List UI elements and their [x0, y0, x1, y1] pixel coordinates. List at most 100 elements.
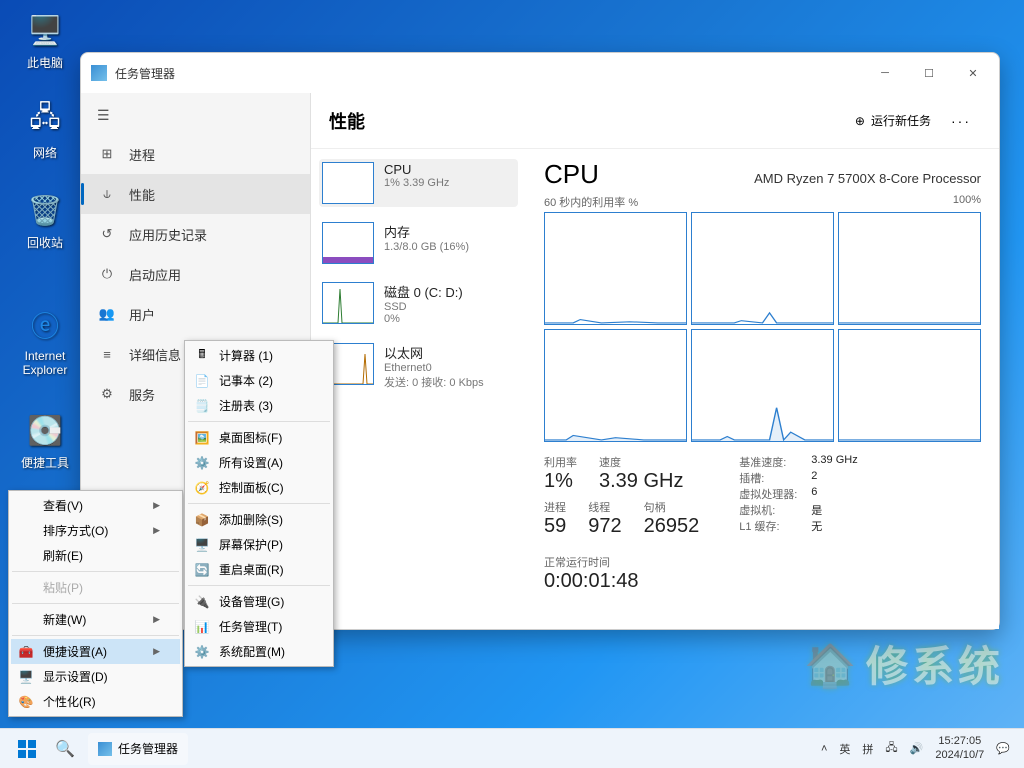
- menu-item[interactable]: 🖩计算器 (1): [187, 343, 331, 368]
- menu-item-label: 添加删除(S): [219, 511, 283, 528]
- perf-subtitle: 发送: 0 接收: 0 Kbps: [384, 374, 484, 390]
- maximize-button[interactable]: ☐: [907, 58, 951, 88]
- menu-item-label: 记事本 (2): [219, 372, 273, 389]
- menu-item[interactable]: 🧰便捷设置(A)▶: [11, 639, 180, 664]
- menu-item[interactable]: 新建(W)▶: [11, 607, 180, 632]
- drive-icon: 💽: [25, 410, 65, 450]
- menu-item-label: 设备管理(G): [219, 593, 284, 610]
- desktop-icon-label: 网络: [10, 144, 80, 161]
- notifications-tray-icon[interactable]: 💬: [990, 742, 1016, 755]
- menu-item-icon: 🔄: [193, 563, 211, 577]
- uptime-value: 0:00:01:48: [544, 570, 699, 593]
- cpu-graph: [691, 329, 834, 442]
- menu-item[interactable]: ⚙️所有设置(A): [187, 450, 331, 475]
- perf-item-ethernet[interactable]: 以太网Ethernet0发送: 0 接收: 0 Kbps: [319, 340, 518, 393]
- cpu-graph: [838, 212, 981, 325]
- menu-item[interactable]: 🖥️屏幕保护(P): [187, 532, 331, 557]
- nav-history[interactable]: ↺应用历史记录: [81, 214, 310, 254]
- nav-users[interactable]: 👥用户: [81, 294, 310, 334]
- menu-item[interactable]: 排序方式(O)▶: [11, 518, 180, 543]
- cpu-heading: CPU: [544, 159, 599, 190]
- menu-item[interactable]: 📦添加删除(S): [187, 507, 331, 532]
- hamburger-icon[interactable]: ☰: [81, 97, 310, 134]
- stat-value: 3.39 GHz: [599, 470, 683, 493]
- menu-item[interactable]: 🗒️注册表 (3): [187, 393, 331, 418]
- more-button[interactable]: ···: [941, 107, 981, 135]
- taskbar-clock[interactable]: 15:27:052024/10/7: [929, 735, 990, 761]
- menu-item-icon: 🧰: [17, 645, 35, 659]
- perf-item-memory[interactable]: 内存1.3/8.0 GB (16%): [319, 219, 518, 267]
- clock-time: 15:27:05: [935, 735, 984, 748]
- detail-key: 虚拟机:: [739, 502, 811, 518]
- search-button[interactable]: 🔍: [46, 731, 84, 767]
- menu-item[interactable]: 🔄重启桌面(R): [187, 557, 331, 582]
- grid-icon: ⊞: [97, 146, 117, 162]
- menu-item[interactable]: 📊任务管理(T): [187, 614, 331, 639]
- shortcut-settings-submenu: 🖩计算器 (1)📄记事本 (2)🗒️注册表 (3) 🖼️桌面图标(F)⚙️所有设置…: [184, 340, 334, 667]
- task-manager-icon: [91, 65, 107, 81]
- stat-value: 59: [544, 515, 566, 538]
- performance-detail: CPU AMD Ryzen 7 5700X 8-Core Processor 6…: [526, 149, 999, 629]
- ie-icon: ⓔ: [25, 305, 65, 345]
- menu-item[interactable]: 📄记事本 (2): [187, 368, 331, 393]
- nav-performance[interactable]: ⫝性能: [81, 174, 310, 214]
- cpu-thumbnail: [322, 162, 374, 204]
- ime-mode[interactable]: 拼: [856, 741, 879, 757]
- computer-icon: 🖥️: [25, 10, 65, 50]
- desktop-icon-tools[interactable]: 💽 便捷工具: [10, 410, 80, 471]
- desktop-icon-network[interactable]: 🖧网络: [10, 100, 80, 161]
- detail-value: 无: [811, 518, 822, 534]
- desktop-icon-recycle-bin[interactable]: 🗑️回收站: [10, 190, 80, 251]
- menu-item-icon: 🔌: [193, 595, 211, 609]
- memory-thumbnail: [322, 222, 374, 264]
- menu-item[interactable]: 粘贴(P): [11, 575, 180, 600]
- desktop-icon-label: 便捷工具: [10, 454, 80, 471]
- perf-item-cpu[interactable]: CPU1% 3.39 GHz: [319, 159, 518, 207]
- menu-item-label: 计算器 (1): [219, 347, 273, 364]
- detail-key: 虚拟处理器:: [739, 486, 811, 502]
- ime-lang[interactable]: 英: [833, 741, 856, 757]
- button-label: 运行新任务: [871, 112, 931, 129]
- desktop-icon-ie[interactable]: ⓔInternet Explorer: [10, 305, 80, 377]
- chevron-right-icon: ▶: [153, 500, 160, 511]
- close-button[interactable]: ✕: [951, 58, 995, 88]
- menu-item[interactable]: 查看(V)▶: [11, 493, 180, 518]
- stat-value: 972: [588, 515, 621, 538]
- page-title: 性能: [329, 108, 845, 134]
- menu-item[interactable]: 🧭控制面板(C): [187, 475, 331, 500]
- stat-value: 26952: [644, 515, 700, 538]
- taskbar-app-label: 任务管理器: [118, 740, 178, 757]
- titlebar[interactable]: 任务管理器 ─ ☐ ✕: [81, 53, 999, 93]
- menu-item[interactable]: ⚙️系统配置(M): [187, 639, 331, 664]
- volume-tray-icon[interactable]: 🔊: [904, 742, 930, 755]
- menu-item-icon: 🧭: [193, 481, 211, 495]
- menu-item-icon: 🖥️: [193, 538, 211, 552]
- menu-item-label: 系统配置(M): [219, 643, 285, 660]
- menu-item[interactable]: 🖥️显示设置(D): [11, 664, 180, 689]
- desktop-icon-this-pc[interactable]: 🖥️此电脑: [10, 10, 80, 71]
- nav-startup[interactable]: ⏻启动应用: [81, 254, 310, 294]
- perf-item-disk[interactable]: 磁盘 0 (C: D:)SSD0%: [319, 279, 518, 328]
- tray-chevron-icon[interactable]: ˄: [815, 743, 833, 755]
- start-button[interactable]: [8, 731, 46, 767]
- chevron-right-icon: ▶: [153, 646, 160, 657]
- watermark: 🏠修系统: [804, 633, 1004, 698]
- menu-item[interactable]: 刷新(E): [11, 543, 180, 568]
- taskbar-app-task-manager[interactable]: 任务管理器: [88, 733, 188, 765]
- nav-processes[interactable]: ⊞进程: [81, 134, 310, 174]
- menu-item[interactable]: 🔌 设备管理(G): [187, 589, 331, 614]
- menu-item[interactable]: 🖼️桌面图标(F): [187, 425, 331, 450]
- stat-label: 线程: [588, 499, 621, 515]
- perf-subtitle: 1% 3.39 GHz: [384, 177, 449, 189]
- nav-label: 启动应用: [129, 265, 181, 284]
- users-icon: 👥: [97, 306, 117, 322]
- run-new-task-button[interactable]: ⊕运行新任务: [845, 106, 941, 135]
- chevron-right-icon: ▶: [153, 614, 160, 625]
- gear-icon: ⚙: [97, 386, 117, 402]
- list-icon: ≡: [97, 347, 117, 362]
- minimize-button[interactable]: ─: [863, 58, 907, 88]
- network-tray-icon[interactable]: 🖧: [879, 739, 903, 758]
- menu-item-label: 注册表 (3): [219, 397, 273, 414]
- menu-item[interactable]: 🎨个性化(R): [11, 689, 180, 714]
- perf-title: 以太网: [384, 343, 484, 362]
